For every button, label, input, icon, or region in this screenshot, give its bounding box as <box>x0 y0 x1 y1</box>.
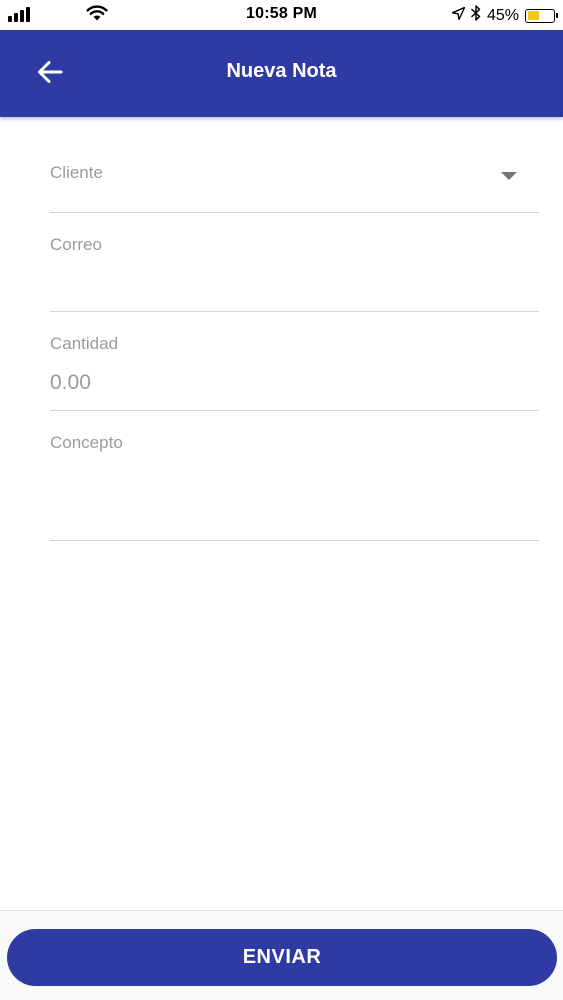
concepto-input[interactable] <box>50 465 539 525</box>
concepto-field: Concepto <box>50 411 539 541</box>
caret-down-icon <box>501 172 517 180</box>
page-title: Nueva Nota <box>226 60 337 82</box>
bluetooth-icon <box>471 5 481 26</box>
battery-fill <box>527 11 539 20</box>
location-arrow-icon <box>451 6 466 25</box>
bottom-bar: ENVIAR <box>0 910 563 1000</box>
status-bar: 10:58 PM 45% <box>0 0 563 30</box>
cliente-dropdown[interactable]: Cliente <box>50 117 539 213</box>
cliente-label: Cliente <box>50 163 103 182</box>
app-bar: Nueva Nota <box>0 30 563 117</box>
concepto-label: Concepto <box>50 433 123 452</box>
correo-label: Correo <box>50 235 102 254</box>
cantidad-field: Cantidad <box>50 312 539 411</box>
battery-percent: 45% <box>486 6 519 24</box>
status-right: 45% <box>451 5 558 26</box>
cantidad-label: Cantidad <box>50 334 119 353</box>
note-form: Cliente Correo Cantidad Concepto <box>50 117 539 541</box>
send-button[interactable]: ENVIAR <box>7 929 557 986</box>
correo-input[interactable] <box>50 265 539 295</box>
battery-icon <box>525 8 558 23</box>
correo-field: Correo <box>50 213 539 312</box>
screen: 10:58 PM 45% Nueva Nota Cliente Correo C… <box>0 0 563 1000</box>
cantidad-input[interactable] <box>50 367 539 399</box>
